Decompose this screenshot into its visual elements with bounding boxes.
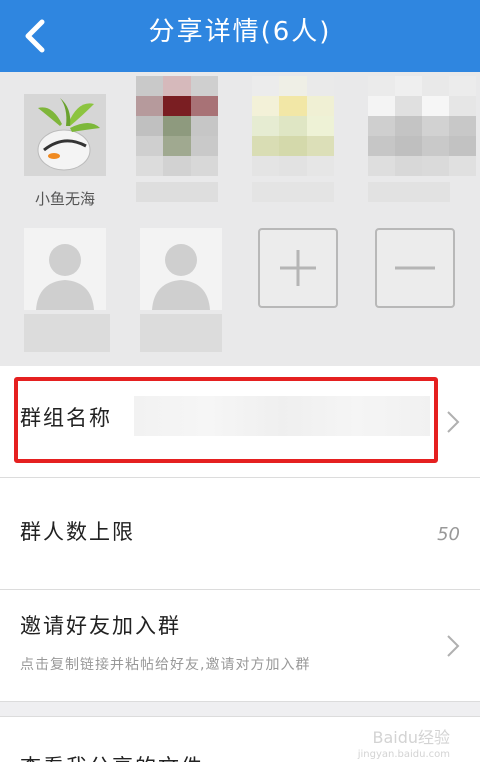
minus-icon: [395, 266, 435, 270]
chevron-right-icon: [447, 635, 460, 657]
plus-icon: [280, 250, 316, 286]
member-limit-row[interactable]: 群人数上限 50: [0, 478, 480, 590]
member-limit-value: 50: [437, 524, 460, 545]
shared-files-label: 查看我分享的文件: [20, 751, 204, 762]
chevron-right-icon: [447, 411, 460, 433]
default-person-icon: [24, 228, 106, 310]
member-tile[interactable]: [136, 76, 218, 202]
invite-subtext: 点击复制链接并粘帖给好友,邀请对方加入群: [20, 657, 311, 673]
invite-label: 邀请好友加入群: [20, 614, 181, 638]
member-tile[interactable]: 小鱼无海: [24, 94, 106, 209]
baidu-watermark-url: jingyan.baidu.com: [357, 749, 450, 760]
member-tile[interactable]: [252, 76, 334, 202]
blurred-name: [252, 182, 334, 202]
blurred-name: [24, 314, 110, 352]
member-grid: 小鱼无海: [0, 72, 480, 366]
baidu-watermark: Baidu经验: [372, 728, 450, 747]
member-tile[interactable]: [140, 228, 222, 352]
blurred-avatar: [136, 76, 218, 176]
member-tile[interactable]: [368, 76, 476, 202]
blurred-avatar: [252, 76, 334, 176]
blurred-name: [140, 314, 222, 352]
remove-member-button[interactable]: [375, 228, 455, 308]
member-tile[interactable]: [24, 228, 110, 352]
page-title: 分享详情(6人): [148, 17, 332, 47]
add-member-button[interactable]: [258, 228, 338, 308]
invite-friends-row[interactable]: 邀请好友加入群 点击复制链接并粘帖给好友,邀请对方加入群: [0, 590, 480, 702]
fishbowl-plant-avatar: [24, 94, 106, 176]
group-name-label: 群组名称: [20, 406, 112, 430]
member-name: 小鱼无海: [34, 190, 95, 208]
default-person-icon: [140, 228, 222, 310]
blurred-name: [368, 182, 450, 202]
header-bar: 分享详情(6人): [0, 0, 480, 72]
screen: 分享详情(6人) 小鱼无海 群组名称 群人数上限 50 邀请好友加入群 点击复制…: [0, 0, 480, 762]
group-name-value-blurred: [134, 396, 430, 436]
blurred-avatar: [368, 76, 476, 176]
blurred-name: [136, 182, 218, 202]
member-limit-label: 群人数上限: [20, 520, 135, 544]
group-name-row[interactable]: 群组名称: [0, 366, 480, 478]
